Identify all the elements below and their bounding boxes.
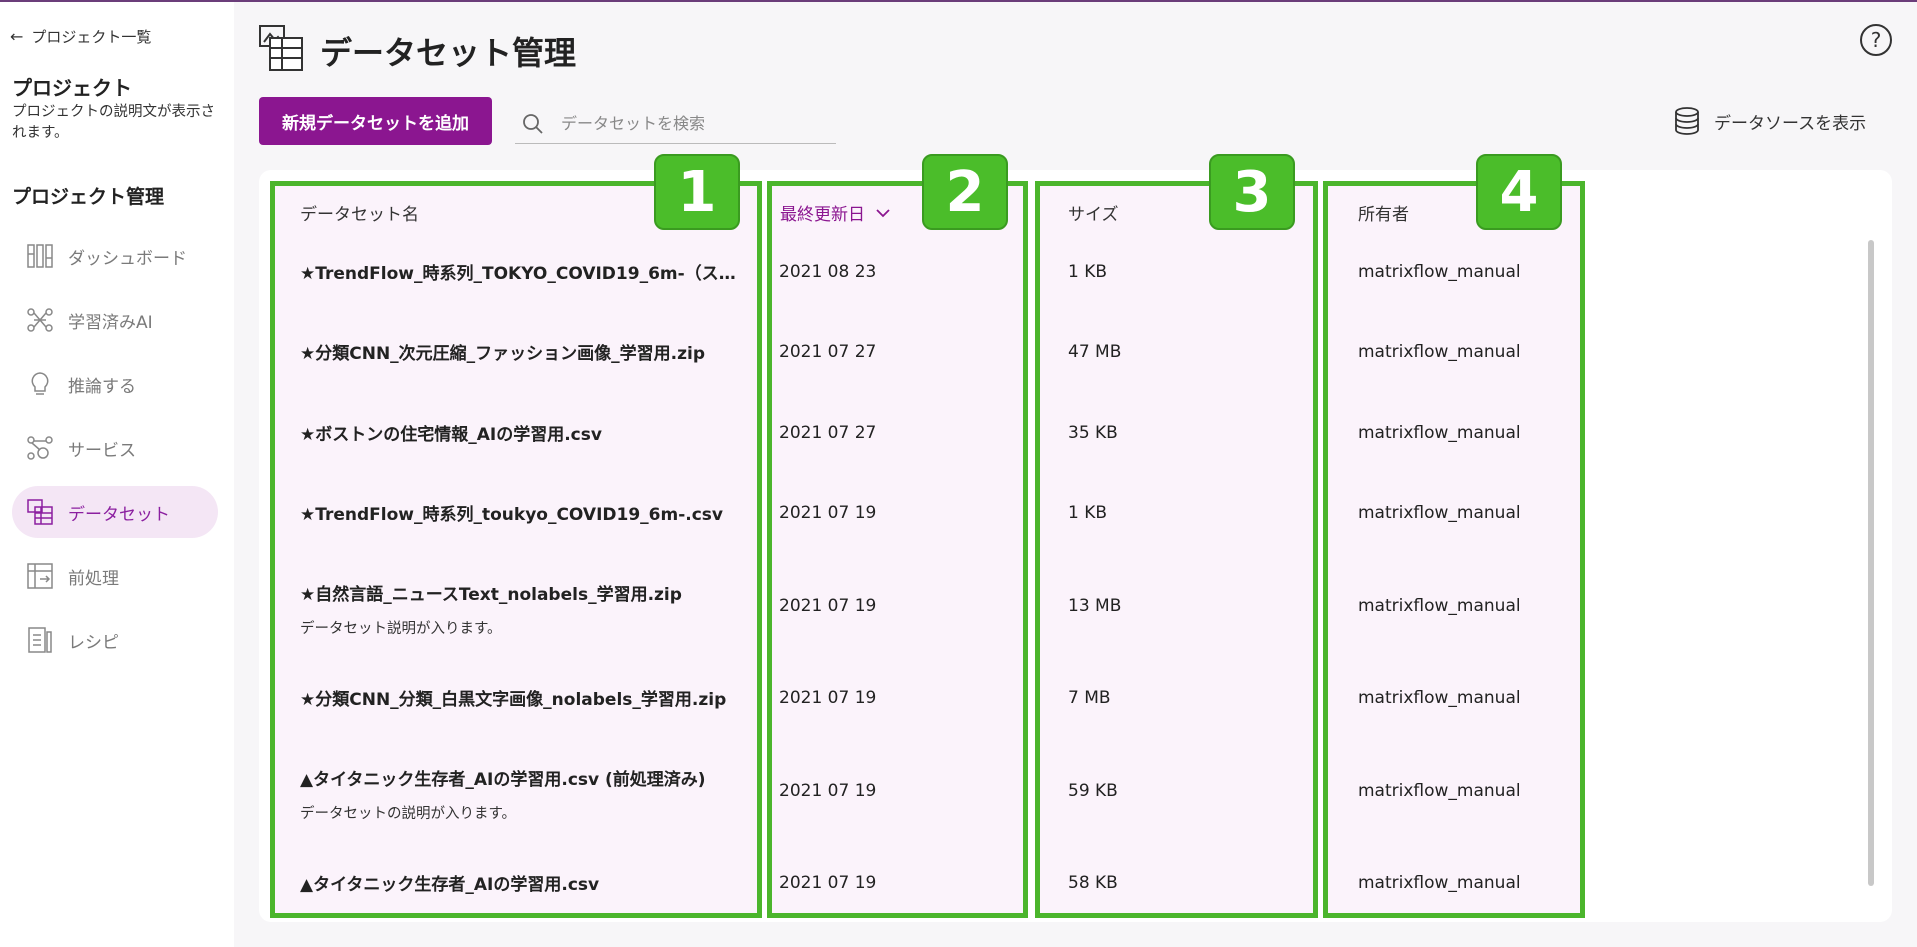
dataset-size: 1 KB <box>1068 503 1108 523</box>
dataset-date: 2021 07 19 <box>779 503 877 523</box>
callout-badge-4: 4 <box>1476 154 1562 230</box>
sidebar-item-preprocess[interactable]: 前処理 <box>12 550 218 602</box>
sidebar-item-dataset[interactable]: データセット <box>12 486 218 538</box>
callout-badge-3: 3 <box>1209 154 1295 230</box>
column-header-name[interactable]: データセット名 <box>300 200 419 225</box>
search-icon <box>523 113 543 134</box>
sidebar-item-label: 前処理 <box>68 568 119 589</box>
chevron-down-icon <box>876 208 890 217</box>
top-accent-line <box>0 0 1917 2</box>
dataset-date: 2021 07 19 <box>779 873 877 893</box>
back-to-projects-link[interactable]: ← プロジェクト一覧 <box>10 26 151 47</box>
table-scrollbar[interactable] <box>1868 240 1874 886</box>
database-icon <box>1675 107 1699 135</box>
sidebar-item-label: データセット <box>68 504 170 525</box>
lightbulb-icon <box>31 372 49 395</box>
column-header-updated[interactable]: 最終更新日 <box>780 200 891 225</box>
callout-badge-2: 2 <box>922 154 1008 230</box>
highlight-column-date <box>767 181 1028 918</box>
column-header-owner[interactable]: 所有者 <box>1358 200 1409 225</box>
page-title: データセット管理 <box>320 34 577 72</box>
dataset-date: 2021 07 19 <box>779 596 877 616</box>
dataset-date: 2021 07 27 <box>779 423 877 443</box>
dataset-owner: matrixflow_manual <box>1358 262 1521 282</box>
dataset-owner: matrixflow_manual <box>1358 423 1521 443</box>
dataset-size: 59 KB <box>1068 781 1118 801</box>
dataset-date: 2021 07 19 <box>779 781 877 801</box>
dataset-size: 7 MB <box>1068 688 1111 708</box>
dataset-date: 2021 07 19 <box>779 688 877 708</box>
sidebar-item-label: ダッシュボード <box>68 248 187 269</box>
sidebar-item-inference[interactable]: 推論する <box>12 358 218 410</box>
column-header-size[interactable]: サイズ <box>1068 200 1119 225</box>
add-dataset-button[interactable]: 新規データセットを追加 <box>259 97 492 145</box>
search-input[interactable] <box>561 114 811 133</box>
sidebar-item-label: 推論する <box>68 376 136 397</box>
dataset-name[interactable]: ★自然言語_ニュースText_nolabels_学習用.zip <box>300 580 752 605</box>
dataset-owner: matrixflow_manual <box>1358 596 1521 616</box>
dataset-name[interactable]: ▲タイタニック生存者_AIの学習用.csv <box>300 870 752 895</box>
sidebar-item-label: レシピ <box>68 632 119 653</box>
dataset-size: 47 MB <box>1068 342 1122 362</box>
sidebar-item-recipe[interactable]: レシピ <box>12 614 218 666</box>
datasource-label: データソースを表示 <box>1714 113 1867 134</box>
dataset-size: 1 KB <box>1068 262 1108 282</box>
dataset-owner: matrixflow_manual <box>1358 503 1521 523</box>
project-name: プロジェクト <box>12 76 132 100</box>
sidebar-item-trained-ai[interactable]: 学習済みAI <box>12 294 218 346</box>
dataset-icon <box>27 499 53 525</box>
dataset-owner: matrixflow_manual <box>1358 873 1521 893</box>
dataset-owner: matrixflow_manual <box>1358 342 1521 362</box>
arrow-left-icon: ← <box>10 27 24 46</box>
trained-ai-icon <box>27 308 53 332</box>
dataset-size: 58 KB <box>1068 873 1118 893</box>
sidebar-item-service[interactable]: サービス <box>12 422 218 474</box>
dataset-name[interactable]: ★分類CNN_次元圧縮_ファッション画像_学習用.zip <box>300 339 752 364</box>
dataset-management-icon <box>259 25 303 71</box>
service-icon <box>27 436 53 460</box>
back-link-label: プロジェクト一覧 <box>31 28 152 46</box>
dataset-owner: matrixflow_manual <box>1358 781 1521 801</box>
preprocess-icon <box>27 563 53 589</box>
column-header-updated-label: 最終更新日 <box>780 205 865 225</box>
sidebar-item-label: 学習済みAI <box>68 312 153 333</box>
dataset-description: データセットの説明が入ります。 <box>300 806 517 822</box>
dataset-size: 35 KB <box>1068 423 1118 443</box>
dataset-date: 2021 08 23 <box>779 262 877 282</box>
dataset-name[interactable]: ▲タイタニック生存者_AIの学習用.csv (前処理済み) <box>300 765 752 790</box>
project-management-heading: プロジェクト管理 <box>12 186 165 208</box>
dataset-size: 13 MB <box>1068 596 1122 616</box>
dataset-name[interactable]: ★分類CNN_分類_白黒文字画像_nolabels_学習用.zip <box>300 685 752 710</box>
sidebar-item-label: サービス <box>68 440 136 461</box>
search-bar <box>515 104 836 144</box>
dataset-name[interactable]: ★TrendFlow_時系列_toukyo_COVID19_6m-.csv <box>300 500 752 525</box>
callout-badge-1: 1 <box>654 154 740 230</box>
highlight-column-size <box>1035 181 1318 918</box>
help-icon[interactable]: ? <box>1860 24 1892 56</box>
highlight-column-owner <box>1323 181 1585 918</box>
project-description: プロジェクトの説明文が表示されます。 <box>12 104 215 141</box>
sidebar-item-dashboard[interactable]: ダッシュボード <box>12 230 218 282</box>
dataset-name[interactable]: ★ボストンの住宅情報_AIの学習用.csv <box>300 420 752 445</box>
recipe-icon <box>28 627 52 653</box>
dataset-description: データセット説明が入ります。 <box>300 621 502 637</box>
sidebar: ← プロジェクト一覧 プロジェクト プロジェクトの説明文が表示されます。 プロジ… <box>0 2 234 947</box>
dashboard-icon <box>27 244 53 268</box>
show-datasource-link[interactable]: データソースを表示 <box>1672 106 1866 136</box>
dataset-name[interactable]: ★TrendFlow_時系列_TOKYO_COVID19_6m-（スライド... <box>300 259 752 284</box>
dataset-owner: matrixflow_manual <box>1358 688 1521 708</box>
dataset-date: 2021 07 27 <box>779 342 877 362</box>
